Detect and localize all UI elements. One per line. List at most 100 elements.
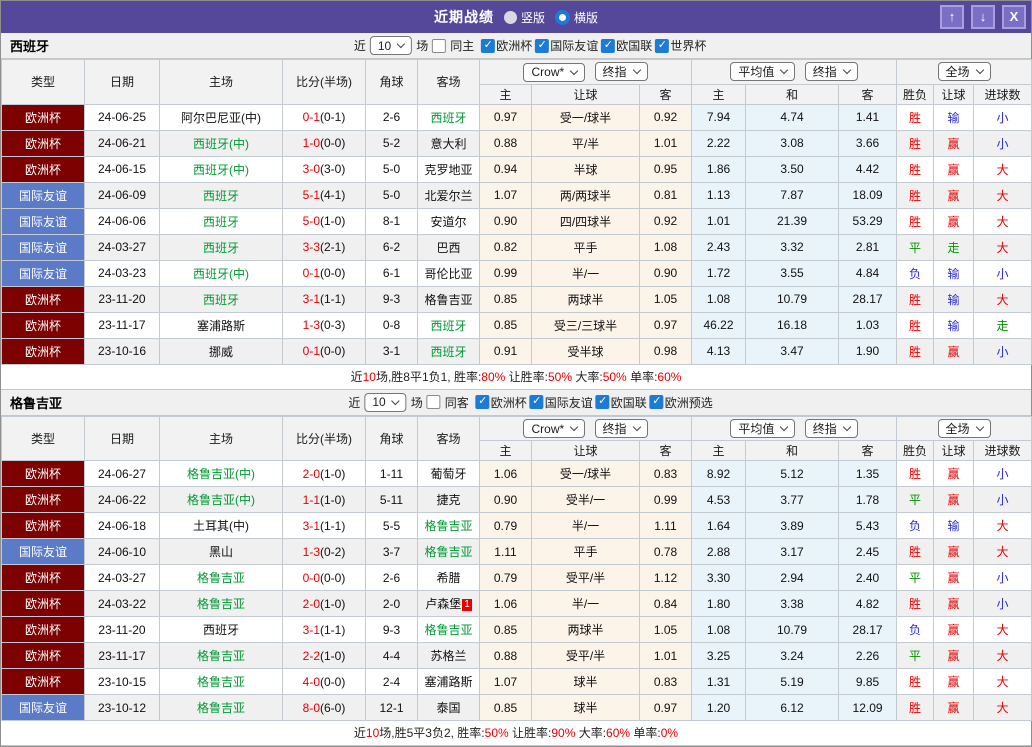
away-team-cell: 安道尔 [418,208,480,234]
away-team-cell: 卢森堡1 [418,591,480,617]
halftime-score: (1-0) [320,649,345,663]
chevron-down-icon [842,423,850,431]
league-filter-checkbox[interactable]: ✓ [535,39,549,53]
league-filters: ✓欧洲杯✓国际友谊✓欧国联✓世界杯 [478,37,706,55]
halftime-score: (1-0) [320,467,345,481]
halftime-score: (3-0) [320,162,345,176]
odds-time-select[interactable]: 终指 [595,62,648,81]
eu-away-odds: 1.03 [839,312,897,338]
scope-select[interactable]: 全场 [938,62,991,81]
match-row: 欧洲杯24-06-21西班牙(中)1-0(0-0)5-2意大利0.88平/半1.… [2,130,1032,156]
odds-company-select[interactable]: Crow* [523,63,585,82]
league-filter-checkbox[interactable]: ✓ [596,395,610,409]
corner-cell: 5-0 [366,182,418,208]
results-body: 欧洲杯24-06-27格鲁吉亚(中)2-0(1-0)1-11葡萄牙1.06受一/… [2,461,1032,721]
handicap-odds-group: Crow* 终指 [480,416,692,441]
goals-result-cell: 小 [974,565,1032,591]
result-cell: 胜 [897,156,934,182]
halftime-score: (0-2) [320,545,345,559]
handicap-home-odds: 0.99 [480,260,532,286]
handicap-result-cell: 输 [934,513,974,539]
col-away: 客场 [418,60,480,105]
europe-company-select[interactable]: 平均值 [730,62,795,81]
away-team-cell: 哥伦比亚 [418,260,480,286]
handicap-result-cell: 赢 [934,617,974,643]
league-filter-checkbox[interactable]: ✓ [530,395,544,409]
summary-text: 近 [354,726,366,740]
filter-bar: 西班牙 近 10 场 同主 ✓欧洲杯✓国际友谊✓欧国联✓世界杯 [1,33,1031,59]
chevron-down-icon [780,423,788,431]
layout-radio-vertical[interactable]: 竖版 [504,9,545,26]
date-cell: 23-10-16 [85,338,160,364]
europe-odds-group: 平均值 终指 [692,60,897,85]
eu-home-odds: 2.22 [692,130,746,156]
results-table: 类型 日期 主场 比分(半场) 角球 客场 Crow* 终指 平均值 终指 [1,416,1032,722]
score-cell: 2-2(1-0) [283,643,366,669]
match-row: 国际友谊24-03-23西班牙(中)0-1(0-0)6-1哥伦比亚0.99半/一… [2,260,1032,286]
score-cell: 0-1(0-0) [283,338,366,364]
chevron-down-icon [391,396,399,404]
league-filter-checkbox[interactable]: ✓ [655,39,669,53]
chevron-down-icon [632,422,640,430]
handicap-result-cell: 赢 [934,156,974,182]
radio-unselected-icon [504,11,517,24]
handicap-away-odds: 1.12 [640,565,692,591]
corner-cell: 2-4 [366,669,418,695]
away-team-cell: 塞浦路斯 [418,669,480,695]
match-count-select[interactable]: 10 [364,393,406,412]
same-venue-checkbox[interactable] [432,39,446,53]
summary-text: 10 [363,370,376,384]
result-cell: 胜 [897,695,934,721]
goals-result-cell: 走 [974,312,1032,338]
results-body: 欧洲杯24-06-25阿尔巴尼亚(中)0-1(0-1)2-6西班牙0.97受一/… [2,104,1032,364]
move-down-button[interactable]: ↓ [971,5,995,29]
goals-result-cell: 大 [974,234,1032,260]
league-filter-label: 世界杯 [670,37,706,54]
match-count-select[interactable]: 10 [370,36,412,55]
handicap-away-odds: 1.08 [640,234,692,260]
scope-select[interactable]: 全场 [938,419,991,438]
titlebar-buttons: ↑ ↓ X [940,5,1026,29]
league-filter-label: 欧洲杯 [491,394,527,411]
fulltime-score: 1-1 [303,493,320,507]
match-row: 欧洲杯23-11-17塞浦路斯1-3(0-3)0-8西班牙0.85受三/三球半0… [2,312,1032,338]
chevron-down-icon [842,66,850,74]
handicap-home-odds: 1.11 [480,539,532,565]
fulltime-score: 3-0 [303,162,320,176]
away-team-cell: 西班牙 [418,338,480,364]
col-handicap-away: 客 [640,441,692,461]
fulltime-score: 5-1 [303,188,320,202]
europe-time-select[interactable]: 终指 [805,62,858,81]
close-button[interactable]: X [1002,5,1026,29]
odds-time-select[interactable]: 终指 [595,419,648,438]
league-filter-checkbox[interactable]: ✓ [481,39,495,53]
league-filter-checkbox[interactable]: ✓ [650,395,664,409]
handicap-result-cell: 赢 [934,461,974,487]
odds-company-select[interactable]: Crow* [523,419,585,438]
halftime-score: (0-0) [320,675,345,689]
home-team-cell: 格鲁吉亚 [160,591,283,617]
league-filter-checkbox[interactable]: ✓ [476,395,490,409]
eu-draw-odds: 3.89 [746,513,839,539]
league-filter-checkbox[interactable]: ✓ [601,39,615,53]
eu-away-odds: 2.45 [839,539,897,565]
fulltime-score: 8-0 [303,701,320,715]
europe-company-select[interactable]: 平均值 [730,419,795,438]
col-date: 日期 [85,60,160,105]
score-cell: 1-3(0-2) [283,539,366,565]
move-up-button[interactable]: ↑ [940,5,964,29]
goals-result-cell: 大 [974,539,1032,565]
layout-radio-horizontal[interactable]: 横版 [555,9,598,26]
home-team-cell: 西班牙(中) [160,156,283,182]
col-result: 胜负 [897,84,934,104]
handicap-line: 球半 [532,695,640,721]
games-label: 场 [411,394,423,411]
home-team-name: 格鲁吉亚 [197,675,245,689]
europe-time-select[interactable]: 终指 [805,419,858,438]
corner-cell: 9-3 [366,286,418,312]
chevron-down-icon [570,423,578,431]
same-venue-checkbox[interactable] [427,395,441,409]
eu-home-odds: 7.94 [692,104,746,130]
sections-container: 西班牙 近 10 场 同主 ✓欧洲杯✓国际友谊✓欧国联✓世界杯 [1,33,1031,746]
col-date: 日期 [85,416,160,461]
